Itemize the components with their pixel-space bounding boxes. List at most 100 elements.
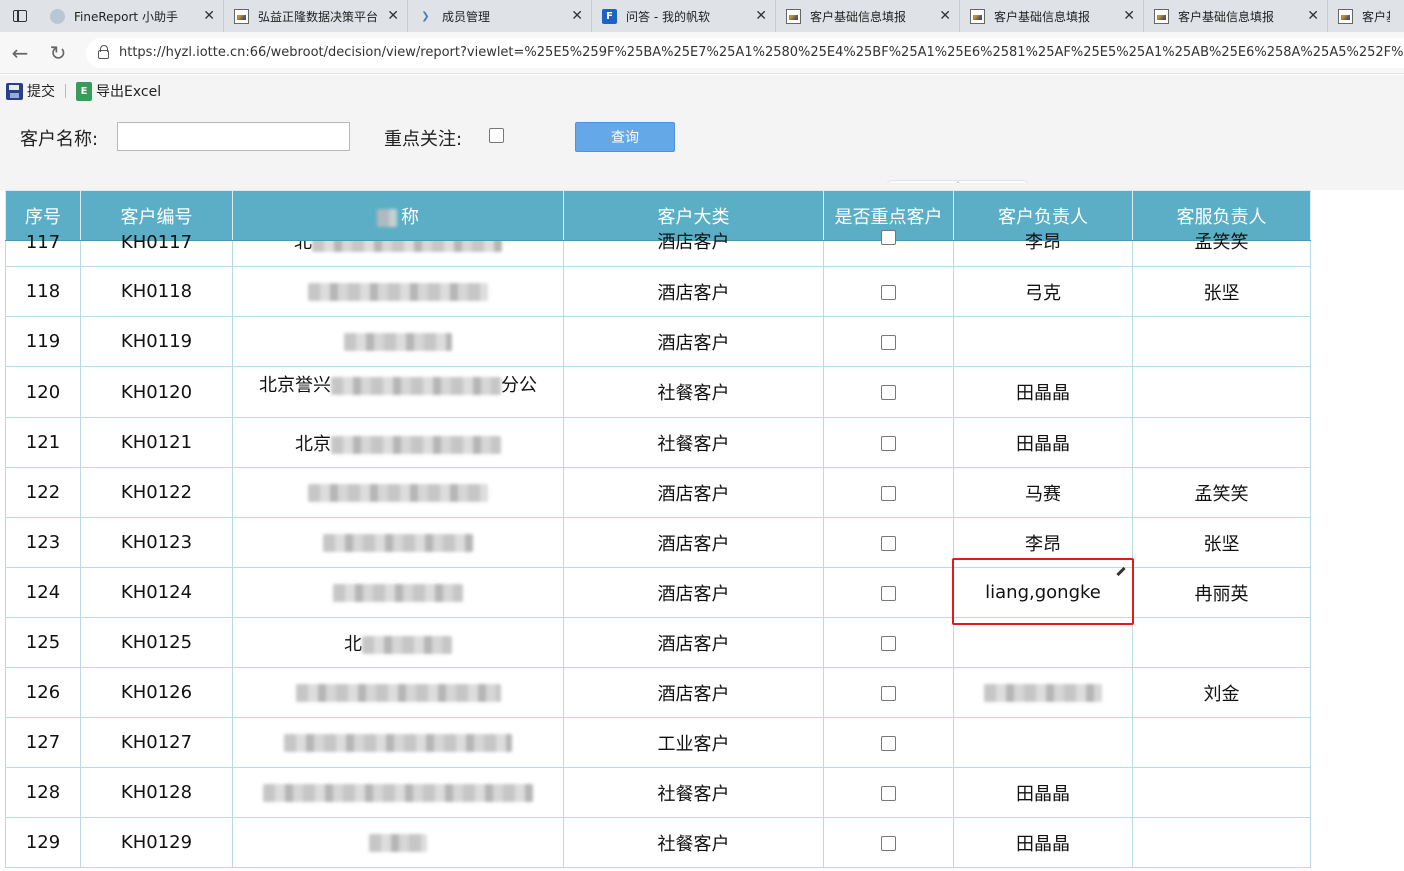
tab-title: 问答 - 我的帆软 — [626, 9, 710, 24]
customer-code: KH0125 — [80, 617, 233, 668]
key-customer-checkbox[interactable] — [881, 835, 896, 851]
key-customer-checkbox[interactable] — [881, 585, 896, 601]
customer-name-cell[interactable] — [232, 517, 564, 568]
browser-tab[interactable]: 客户基础信息填报 ✕ — [960, 0, 1144, 32]
key-customer-checkbox[interactable] — [881, 385, 896, 400]
service-owner[interactable] — [1132, 316, 1311, 367]
customer-name-cell[interactable] — [232, 667, 564, 718]
browser-tab[interactable]: 客户基础信息填报 ✕ — [776, 0, 960, 32]
browser-tab[interactable]: ❯ 成员管理 ✕ — [408, 0, 592, 32]
row-number: 121 — [5, 417, 81, 468]
customer-name-cell[interactable]: 北京誉兴 分公 — [232, 366, 564, 418]
customer-name-cell[interactable]: 北 — [232, 240, 564, 267]
tab-title: 弘益正隆数据决策平台 — [258, 9, 379, 24]
customer-code: KH0124 — [80, 567, 233, 618]
customer-owner[interactable] — [953, 316, 1133, 367]
customer-code: KH0121 — [80, 417, 233, 468]
customer-owner[interactable]: 田晶晶 — [953, 417, 1133, 468]
customer-name-cell[interactable]: 北 — [232, 617, 564, 668]
submit-button[interactable]: 提交 — [0, 75, 61, 107]
customer-code: KH0123 — [80, 517, 233, 568]
customer-name-cell[interactable] — [232, 316, 564, 367]
key-customer-checkbox[interactable] — [881, 635, 896, 651]
close-icon[interactable]: ✕ — [939, 8, 951, 24]
customer-name-cell[interactable] — [232, 467, 564, 518]
url-field[interactable]: https://hyzl.iotte.cn:66/webroot/decisio… — [86, 37, 1404, 68]
customer-category: 酒店客户 — [563, 316, 824, 367]
customer-owner[interactable] — [953, 717, 1133, 768]
customer-name-input[interactable] — [117, 122, 350, 151]
edit-pencil-icon[interactable] — [1116, 566, 1126, 577]
key-customer-checkbox[interactable] — [881, 229, 896, 245]
key-customer-checkbox[interactable] — [881, 485, 896, 501]
customer-owner-cell[interactable] — [953, 667, 1133, 718]
customer-name-cell[interactable] — [232, 817, 564, 868]
service-owner[interactable] — [1132, 617, 1311, 668]
customer-owner[interactable] — [953, 617, 1133, 668]
browser-tab[interactable]: F 问答 - 我的帆软 ✕ — [592, 0, 776, 32]
customer-name-cell[interactable] — [232, 767, 564, 818]
close-icon[interactable]: ✕ — [203, 8, 215, 24]
close-icon[interactable]: ✕ — [387, 8, 399, 24]
customer-name-cell[interactable]: 北京 — [232, 417, 564, 468]
search-button[interactable]: 查询 — [575, 122, 675, 152]
key-customer-checkbox[interactable] — [881, 685, 896, 701]
key-customer-checkbox[interactable] — [881, 284, 896, 300]
row-number: 123 — [5, 517, 81, 568]
customer-name-cell[interactable] — [232, 567, 564, 618]
close-icon[interactable]: ✕ — [1123, 8, 1135, 24]
service-owner[interactable] — [1132, 417, 1311, 468]
service-owner[interactable]: 张坚 — [1132, 266, 1311, 317]
redacted-text — [377, 208, 397, 227]
customer-owner[interactable]: 弓克 — [953, 266, 1133, 317]
browser-tab[interactable]: 客户基础 — [1328, 0, 1398, 32]
report-toolbar: 提交 E 导出Excel — [0, 75, 1404, 107]
export-label: 导出Excel — [96, 84, 162, 100]
key-focus-checkbox[interactable] — [489, 128, 504, 143]
report-area: 序号 客户编号 称 客户大类 是否重点客户 客户负责人 客服负责人 117 KH… — [0, 183, 1404, 871]
tab-title: FineReport 小助手 — [74, 9, 178, 24]
customer-name-cell[interactable] — [232, 266, 564, 317]
export-excel-button[interactable]: E 导出Excel — [70, 75, 167, 107]
tab-title: 客户基础信息填报 — [810, 9, 907, 24]
tab-sidebar-toggle[interactable] — [0, 0, 40, 32]
back-button[interactable]: ← — [2, 35, 38, 71]
table-row: 125 KH0125 北 酒店客户 — [5, 617, 1311, 668]
key-customer-checkbox[interactable] — [881, 735, 896, 751]
key-customer-checkbox[interactable] — [881, 334, 896, 350]
key-customer-checkbox[interactable] — [881, 435, 896, 451]
browser-tab-strip: FineReport 小助手 ✕ 弘益正隆数据决策平台 ✕ ❯ 成员管理 ✕ F… — [0, 0, 1404, 32]
service-owner[interactable] — [1132, 817, 1311, 868]
key-customer-checkbox[interactable] — [881, 785, 896, 801]
close-icon[interactable]: ✕ — [755, 8, 767, 24]
browser-tab[interactable]: FineReport 小助手 ✕ — [40, 0, 224, 32]
service-owner[interactable] — [1132, 717, 1311, 768]
report-icon — [234, 8, 249, 24]
customer-code: KH0126 — [80, 667, 233, 718]
browser-tab[interactable]: 客户基础信息填报 ✕ — [1144, 0, 1328, 32]
customer-category: 工业客户 — [563, 717, 824, 768]
service-owner[interactable] — [1132, 767, 1311, 818]
customer-owner[interactable]: 田晶晶 — [953, 767, 1133, 818]
service-owner[interactable]: 冉丽英 — [1132, 567, 1311, 618]
key-customer-checkbox[interactable] — [881, 535, 896, 551]
close-icon[interactable]: ✕ — [1307, 8, 1319, 24]
customer-owner[interactable]: 李昂 — [953, 517, 1133, 568]
customer-owner-selected-cell[interactable]: liang,gongke — [952, 558, 1134, 625]
customer-owner[interactable]: 田晶晶 — [953, 366, 1133, 418]
browser-tab[interactable]: 弘益正隆数据决策平台 ✕ — [224, 0, 408, 32]
row-number: 129 — [5, 817, 81, 868]
service-owner[interactable] — [1132, 366, 1311, 418]
reload-button[interactable]: ↻ — [40, 35, 76, 71]
close-icon[interactable]: ✕ — [571, 8, 583, 24]
customer-owner[interactable]: 田晶晶 — [953, 817, 1133, 868]
service-owner[interactable]: 张坚 — [1132, 517, 1311, 568]
service-owner[interactable]: 孟笑笑 — [1132, 467, 1311, 518]
table-row: 117 KH0117 北 酒店客户 李昂 孟笑笑 — [5, 229, 1311, 267]
excel-icon: E — [76, 81, 92, 101]
address-bar: ← ↻ https://hyzl.iotte.cn:66/webroot/dec… — [0, 32, 1404, 74]
toolbar-divider — [65, 84, 66, 98]
customer-name-cell[interactable] — [232, 717, 564, 768]
customer-owner[interactable]: 马赛 — [953, 467, 1133, 518]
service-owner[interactable]: 刘金 — [1132, 667, 1311, 718]
